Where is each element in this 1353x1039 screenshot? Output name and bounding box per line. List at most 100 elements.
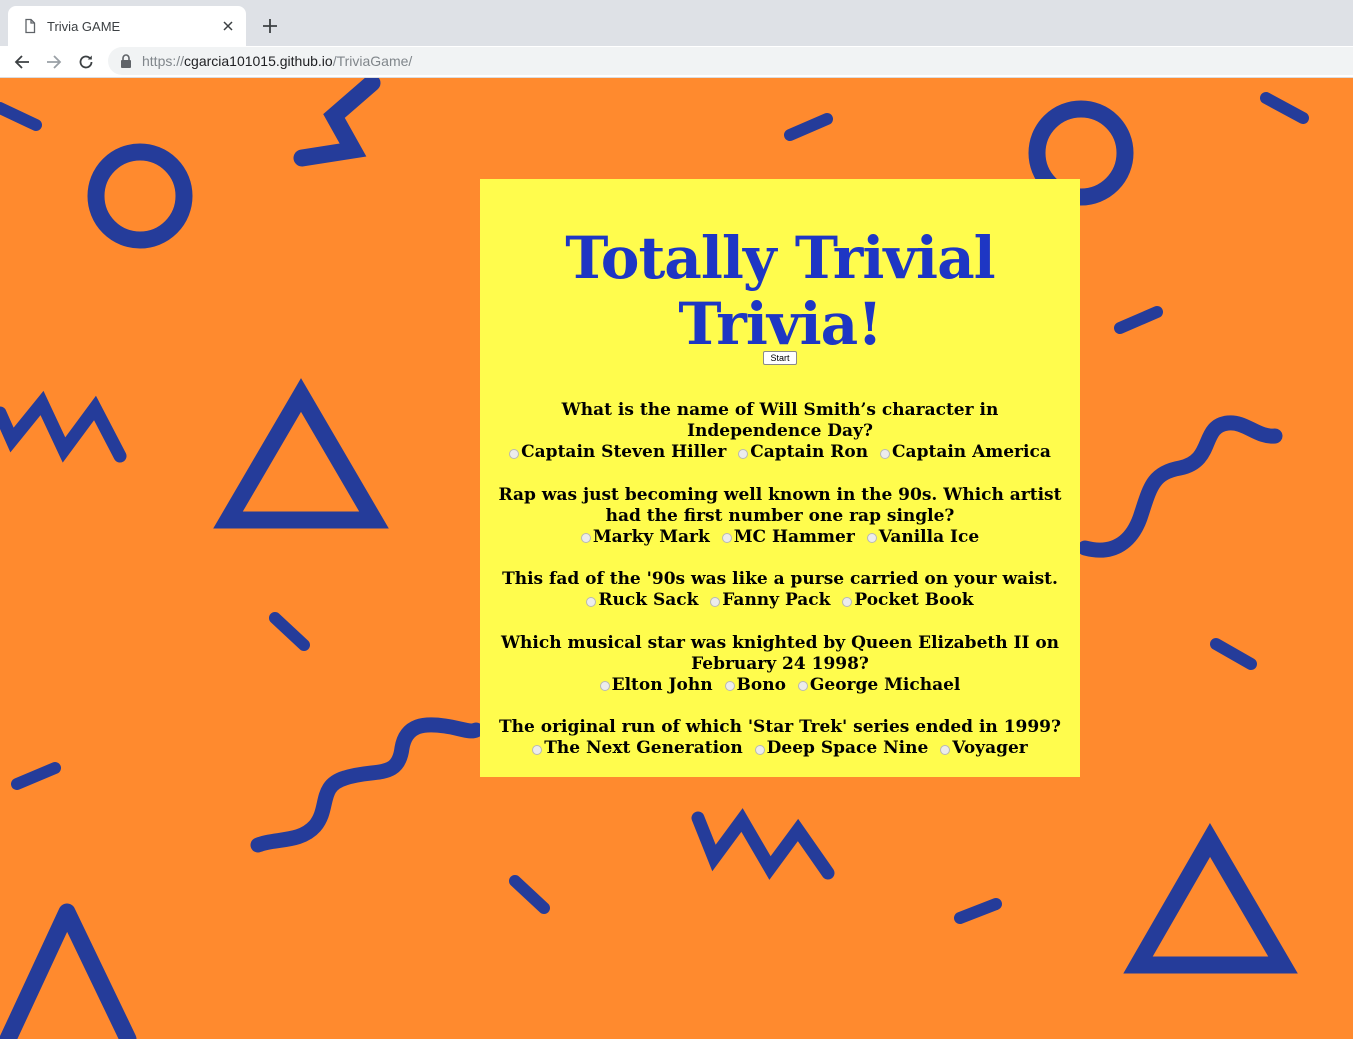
question-text: Rap was just becoming well known in the … [498,484,1062,526]
url-host: cgarcia101015.github.io [184,53,333,69]
plus-icon [263,19,277,33]
back-button[interactable] [10,50,34,74]
question-4: Which musical star was knighted by Queen… [492,633,1068,697]
question-3: This fad of the '90s was like a purse ca… [492,569,1068,612]
radio-button[interactable] [754,744,765,755]
radio-button[interactable] [586,596,597,607]
answer-option[interactable]: Vanilla Ice [866,526,980,548]
answer-label: Elton John [611,674,713,695]
radio-button[interactable] [842,596,853,607]
url-path: /TriviaGame/ [332,53,413,69]
browser-tab[interactable]: Trivia GAME [8,6,246,46]
circle-shape-left [87,143,193,249]
answer-option[interactable]: Captain America [880,442,1051,463]
tab-strip: Trivia GAME [0,0,1353,46]
answer-label: Fanny Pack [722,590,831,610]
radio-button[interactable] [599,681,610,691]
answer-option[interactable]: The Next Generation [532,738,743,759]
dash-shape [11,762,61,790]
answer-options: Captain Steven Hiller Captain Ron Captai… [492,442,1068,464]
lock-icon [121,54,131,68]
answer-option[interactable]: Marky Mark [580,526,710,548]
url-scheme: https:// [142,53,185,69]
tab-title: Trivia GAME [47,18,121,34]
browser-toolbar: https://cgarcia101015.github.io/TriviaGa… [0,46,1353,78]
answer-option[interactable]: George Michael [797,674,961,696]
radio-button[interactable] [721,533,732,543]
answer-label: Captain Ron [750,442,869,462]
radio-button[interactable] [710,596,721,607]
answer-options: The Next Generation Deep Space Nine Voya… [492,738,1068,760]
question-text: What is the name of Will Smith’s charact… [561,400,999,441]
triangle-shape-left [213,378,389,529]
answer-label: Vanilla Ice [878,526,980,547]
start-button[interactable]: Start [763,351,797,365]
url-text: https://cgarcia101015.github.io/TriviaGa… [142,53,412,69]
close-tab-icon[interactable] [220,18,236,34]
answer-option[interactable]: Pocket Book [842,590,974,611]
question-text: The original run of which 'Star Trek' se… [499,717,1061,737]
answer-label: The Next Generation [544,738,743,758]
answer-label: Captain Steven Hiller [521,442,727,462]
answer-label: Marky Mark [592,526,710,547]
answer-option[interactable]: Ruck Sack [586,590,698,611]
dash-shape [784,113,833,141]
dash-shape [954,898,1002,924]
radio-button[interactable] [797,681,808,691]
answer-label: Deep Space Nine [766,738,929,758]
question-1: What is the name of Will Smith’s charact… [492,400,1068,464]
dash-shape [269,612,310,651]
squiggle-shape [250,717,484,853]
radio-button[interactable] [880,448,891,459]
dash-shape [1114,306,1163,334]
dash-shape [509,875,550,914]
triangle-shape-bottom-left [0,903,137,1039]
page-viewport: Totally Trivial Trivia! Start What is th… [0,78,1353,1039]
dash-shape [0,102,42,131]
answer-label: Captain America [892,442,1051,462]
question-text: Which musical star was knighted by Queen… [500,632,1060,674]
zigzag-shape [691,808,835,880]
answer-option[interactable]: Bono [724,674,786,696]
page-title: Totally Trivial Trivia! [565,224,995,358]
triangle-shape-bottom-right [1123,823,1298,974]
radio-button[interactable] [509,448,520,459]
back-arrow-icon [14,55,29,69]
radio-button[interactable] [940,744,951,755]
radio-button[interactable] [532,744,543,755]
answer-options: Ruck Sack Fanny Pack Pocket Book [492,590,1068,612]
zigzag-shape [0,390,127,463]
forward-button[interactable] [42,50,66,74]
answer-option[interactable]: Deep Space Nine [754,738,929,759]
answer-label: Voyager [952,738,1028,758]
answer-option[interactable]: Elton John [599,674,713,696]
question-2: Rap was just becoming well known in the … [492,485,1068,549]
answer-option[interactable]: Voyager [940,738,1028,759]
answer-options: Marky Mark MC Hammer Vanilla Ice [492,527,1068,549]
answer-option[interactable]: Fanny Pack [710,590,830,611]
forward-arrow-icon [47,55,62,69]
answer-option[interactable]: Captain Steven Hiller [509,442,726,463]
answer-label: MC Hammer [733,526,855,547]
answer-label: Pocket Book [854,590,974,610]
dash-shape [1210,638,1257,670]
squiggle-shape [1077,415,1283,558]
radio-button[interactable] [866,533,877,543]
answer-label: George Michael [809,674,961,695]
radio-button[interactable] [724,681,735,691]
answer-option[interactable]: MC Hammer [721,526,855,548]
answer-label: Bono [736,674,786,695]
answer-options: Elton John Bono George Michael [492,675,1068,697]
question-5: The original run of which 'Star Trek' se… [492,717,1068,760]
trivia-card: Totally Trivial Trivia! Start What is th… [480,179,1080,777]
reload-button[interactable] [74,50,98,74]
radio-button[interactable] [580,533,591,543]
question-list: What is the name of Will Smith’s charact… [492,400,1068,781]
page-icon [25,18,36,34]
address-bar[interactable]: https://cgarcia101015.github.io/TriviaGa… [108,47,1353,75]
answer-option[interactable]: Captain Ron [738,442,868,463]
dash-shape [1260,92,1309,124]
radio-button[interactable] [738,448,749,459]
zigzag-shape [293,78,381,167]
new-tab-button[interactable] [258,14,282,38]
